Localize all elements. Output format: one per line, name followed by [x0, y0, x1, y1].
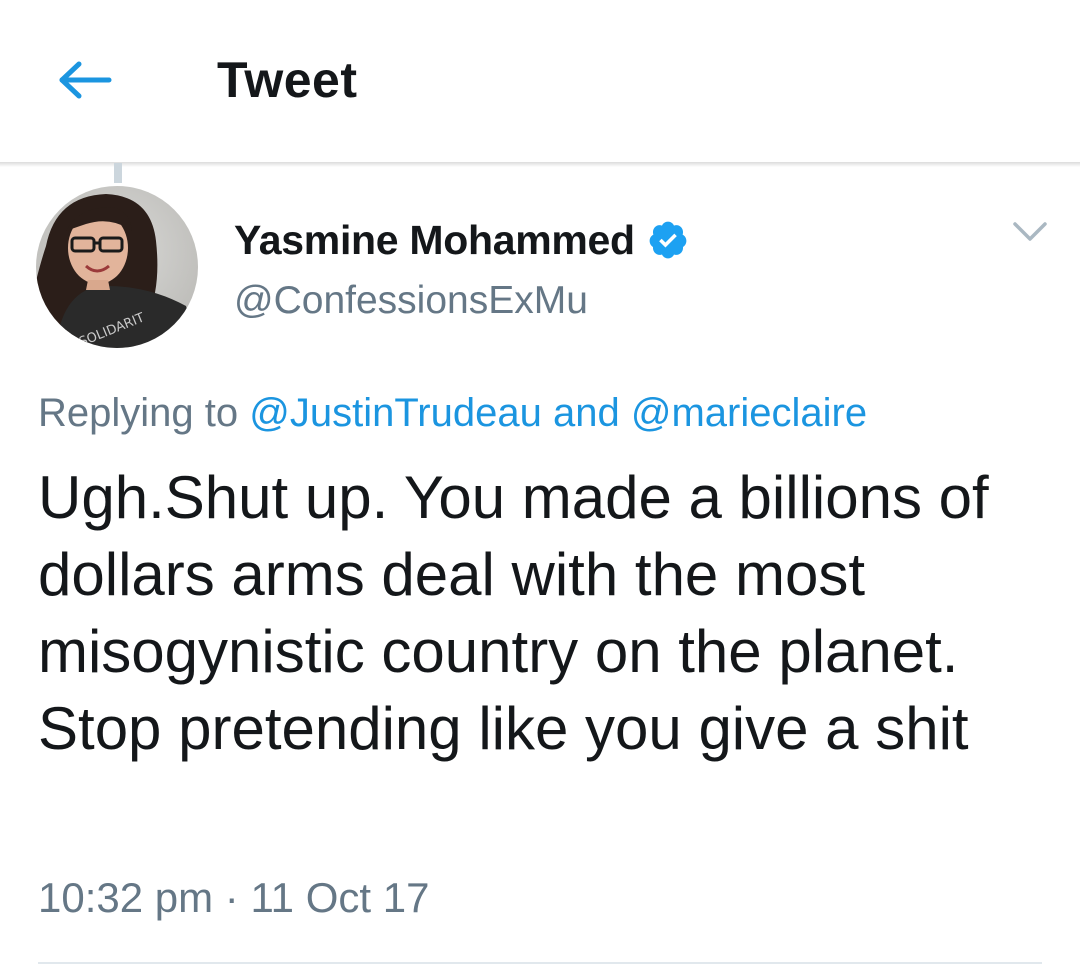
header-divider: [0, 162, 1080, 167]
thread-connector-line: [114, 163, 122, 183]
tweet-text: Ugh.Shut up. You made a billions of doll…: [38, 464, 989, 762]
author-name-row: Yasmine Mohammed: [234, 212, 689, 268]
avatar[interactable]: SOLIDARIT: [36, 186, 198, 348]
divider: [38, 962, 1042, 964]
reply-context: Replying to @JustinTrudeau and @mariecla…: [38, 387, 867, 439]
page-title: Tweet: [217, 52, 358, 108]
author-name[interactable]: Yasmine Mohammed: [234, 217, 635, 264]
author-handle[interactable]: @ConfessionsExMu: [234, 276, 588, 326]
back-button[interactable]: [52, 52, 118, 108]
reply-conjunction: and: [552, 391, 620, 435]
top-app-bar: Tweet: [0, 0, 1080, 162]
tweet-timestamp[interactable]: 10:32 pm · 11 Oct 17: [38, 870, 429, 926]
verified-badge-icon: [649, 221, 687, 259]
chevron-down-icon: [1013, 222, 1047, 241]
mention-link[interactable]: @JustinTrudeau: [249, 391, 542, 435]
reply-prefix: Replying to: [38, 391, 239, 435]
tweet-menu-button[interactable]: [1006, 214, 1054, 250]
arrow-left-icon: [59, 61, 112, 99]
avatar-photo: SOLIDARIT: [36, 186, 198, 348]
mention-link[interactable]: @marieclaire: [631, 391, 867, 435]
